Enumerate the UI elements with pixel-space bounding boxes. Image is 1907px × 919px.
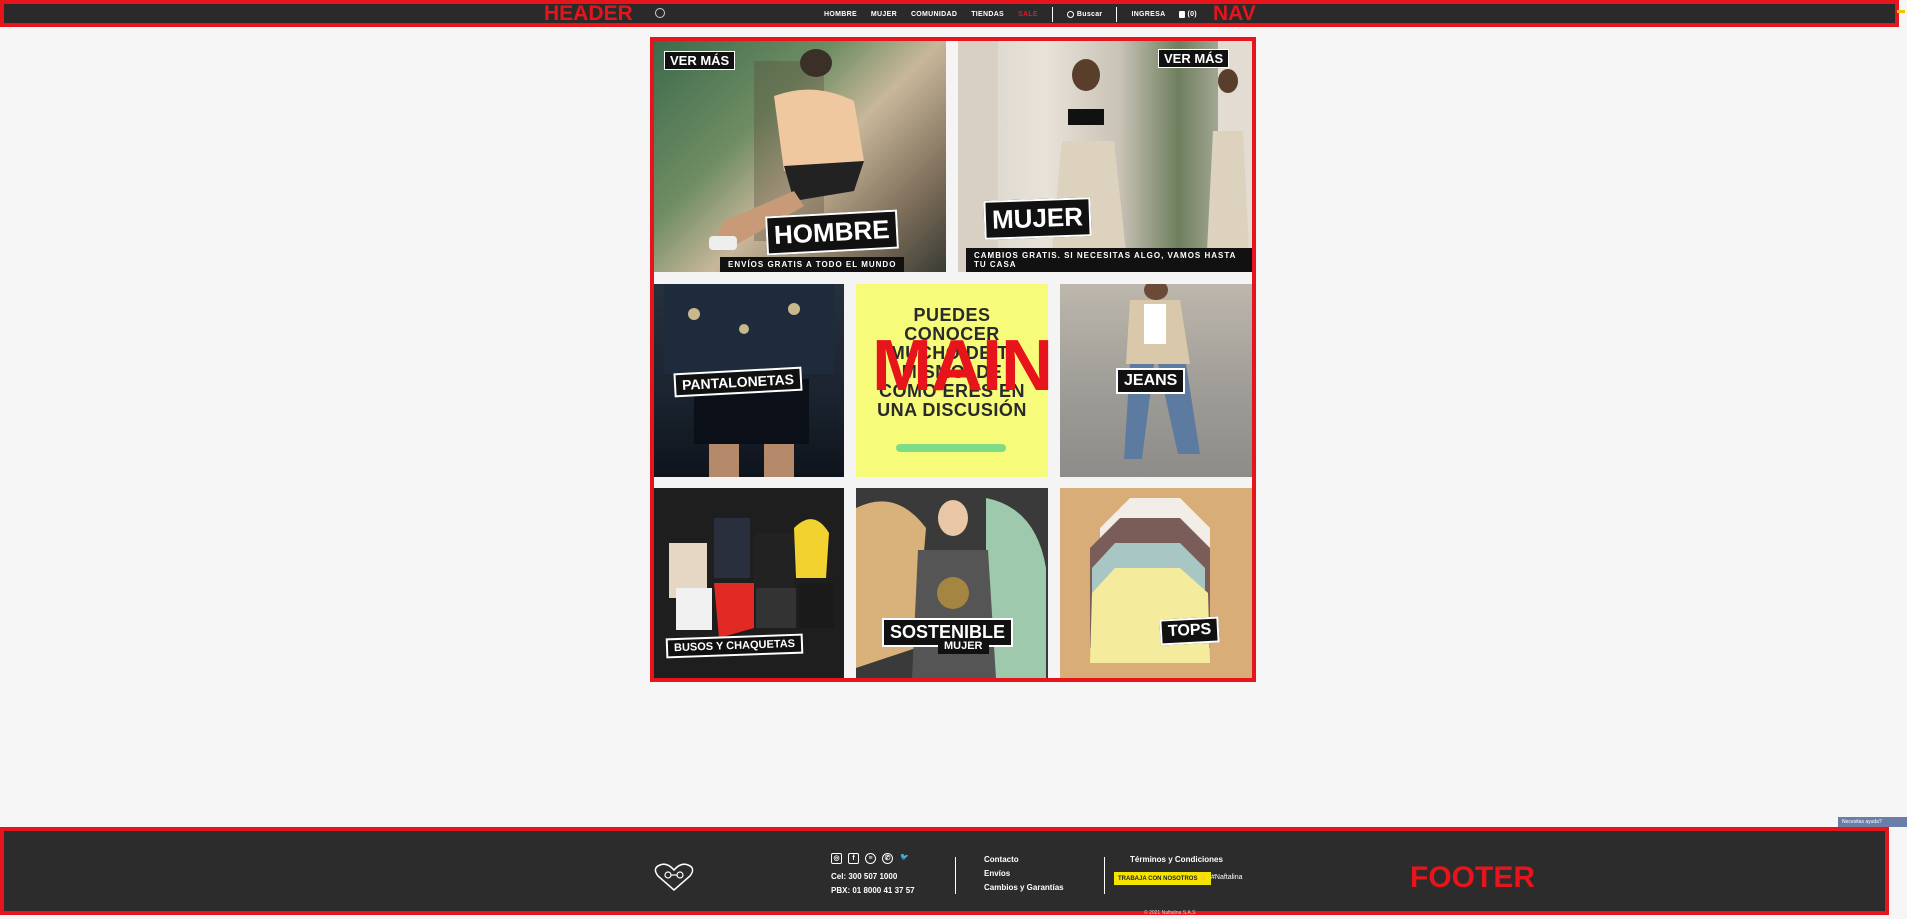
footer-divider (1104, 857, 1105, 894)
footer-link-cambios[interactable]: Cambios y Garantías (984, 881, 1064, 895)
jeans-title: JEANS (1116, 368, 1186, 394)
mujer-strip: CAMBIOS GRATIS. SI NECESITAS ALGO, VAMOS… (966, 248, 1252, 272)
nav-item-sale[interactable]: SALE (1018, 11, 1038, 18)
tops-photo (1060, 488, 1252, 678)
instagram-icon[interactable]: ◎ (831, 853, 842, 864)
work-with-us-button[interactable]: TRABAJA CON NOSOTROS ⚡ (1114, 872, 1211, 885)
terms-link[interactable]: Términos y Condiciones (1130, 855, 1223, 864)
shopping-bag-icon (1179, 11, 1186, 18)
category-tile-busos[interactable]: BUSOS Y CHAQUETAS (654, 488, 844, 678)
category-tile-mujer[interactable]: VER MÁS MUJER CAMBIOS GRATIS. SI NECESIT… (958, 41, 1252, 272)
accent-tab (1897, 10, 1905, 13)
hashtag-text: #Naftalina (1211, 874, 1243, 881)
mujer-title: MUJER (983, 197, 1092, 240)
category-tile-pantalonetas[interactable]: PANTALONETAS (654, 284, 844, 477)
nav-item-tiendas[interactable]: TIENDAS (971, 11, 1004, 18)
hombre-strip: ENVÍOS GRATIS A TODO EL MUNDO (720, 257, 905, 272)
footer-links: Contacto Envíos Cambios y Garantías (984, 853, 1064, 895)
hombre-ver-mas[interactable]: VER MÁS (664, 51, 736, 70)
twitter-icon[interactable]: 🐦 (899, 853, 910, 864)
phone-pbx: PBX: 01 8000 41 37 57 (831, 886, 915, 895)
cart-button[interactable]: (0) (1179, 11, 1197, 18)
search-label: Buscar (1076, 11, 1103, 18)
heart-logo-icon[interactable] (652, 862, 696, 894)
site-footer: ◎ f ≡ ✆ 🐦 Cel: 300 507 1000 PBX: 01 8000… (0, 827, 1889, 916)
smile-logo-icon[interactable] (655, 8, 665, 18)
spotify-icon[interactable]: ≡ (865, 853, 876, 864)
tops-title: TOPS (1159, 616, 1220, 646)
facebook-icon[interactable]: f (848, 853, 859, 864)
whatsapp-icon[interactable]: ✆ (882, 853, 893, 864)
phone-cel: Cel: 300 507 1000 (831, 872, 898, 881)
footer-annotation-label: FOOTER (1410, 861, 1535, 894)
nav-item-hombre[interactable]: HOMBRE (824, 11, 857, 18)
quote-underline (896, 444, 1006, 452)
hombre-title: HOMBRE (765, 209, 899, 256)
copyright-text: © 2021 Naftalina S.A.S (1144, 910, 1196, 916)
login-link[interactable]: INGRESA (1131, 11, 1165, 18)
main-annotation-label: MAIN (872, 326, 1053, 406)
site-header: HEADER HOMBRE MUJER COMUNIDAD TIENDAS SA… (0, 0, 1905, 27)
nav-item-mujer[interactable]: MUJER (871, 11, 897, 18)
category-tile-hombre[interactable]: VER MÁS HOMBRE ENVÍOS GRATIS A TODO EL M… (654, 41, 946, 272)
category-tile-tops[interactable]: TOPS (1060, 488, 1252, 678)
help-chat-label: Necesitas ayuda? (1842, 819, 1882, 825)
contact-phones: Cel: 300 507 1000 PBX: 01 8000 41 37 57 (831, 870, 915, 898)
help-chat-tab[interactable]: Necesitas ayuda? (1838, 817, 1907, 827)
category-tile-sostenible[interactable]: SOSTENIBLE MUJER (856, 488, 1048, 678)
search-button[interactable]: Buscar (1066, 11, 1103, 18)
nav-item-comunidad[interactable]: COMUNIDAD (911, 11, 957, 18)
cart-count: (0) (1187, 11, 1197, 18)
search-icon (1066, 11, 1074, 18)
nav-annotation-label: NAV (1213, 2, 1256, 25)
main-nav: HOMBRE MUJER COMUNIDAD TIENDAS SALE Busc… (824, 7, 1197, 22)
footer-divider (955, 857, 956, 894)
nav-divider (1051, 7, 1053, 22)
header-annotation-label: HEADER (544, 2, 633, 25)
category-grid: MAIN VER MÁS HOMBRE ENVÍOS GRATIS A TODO… (650, 37, 1256, 682)
nav-divider (1116, 7, 1118, 22)
footer-link-envios[interactable]: Envíos (984, 867, 1064, 881)
sostenible-subtitle: MUJER (938, 638, 989, 654)
footer-link-contacto[interactable]: Contacto (984, 853, 1064, 867)
mujer-ver-mas[interactable]: VER MÁS (1158, 49, 1230, 68)
social-links: ◎ f ≡ ✆ 🐦 (831, 853, 910, 864)
category-tile-jeans[interactable]: JEANS (1060, 284, 1252, 477)
